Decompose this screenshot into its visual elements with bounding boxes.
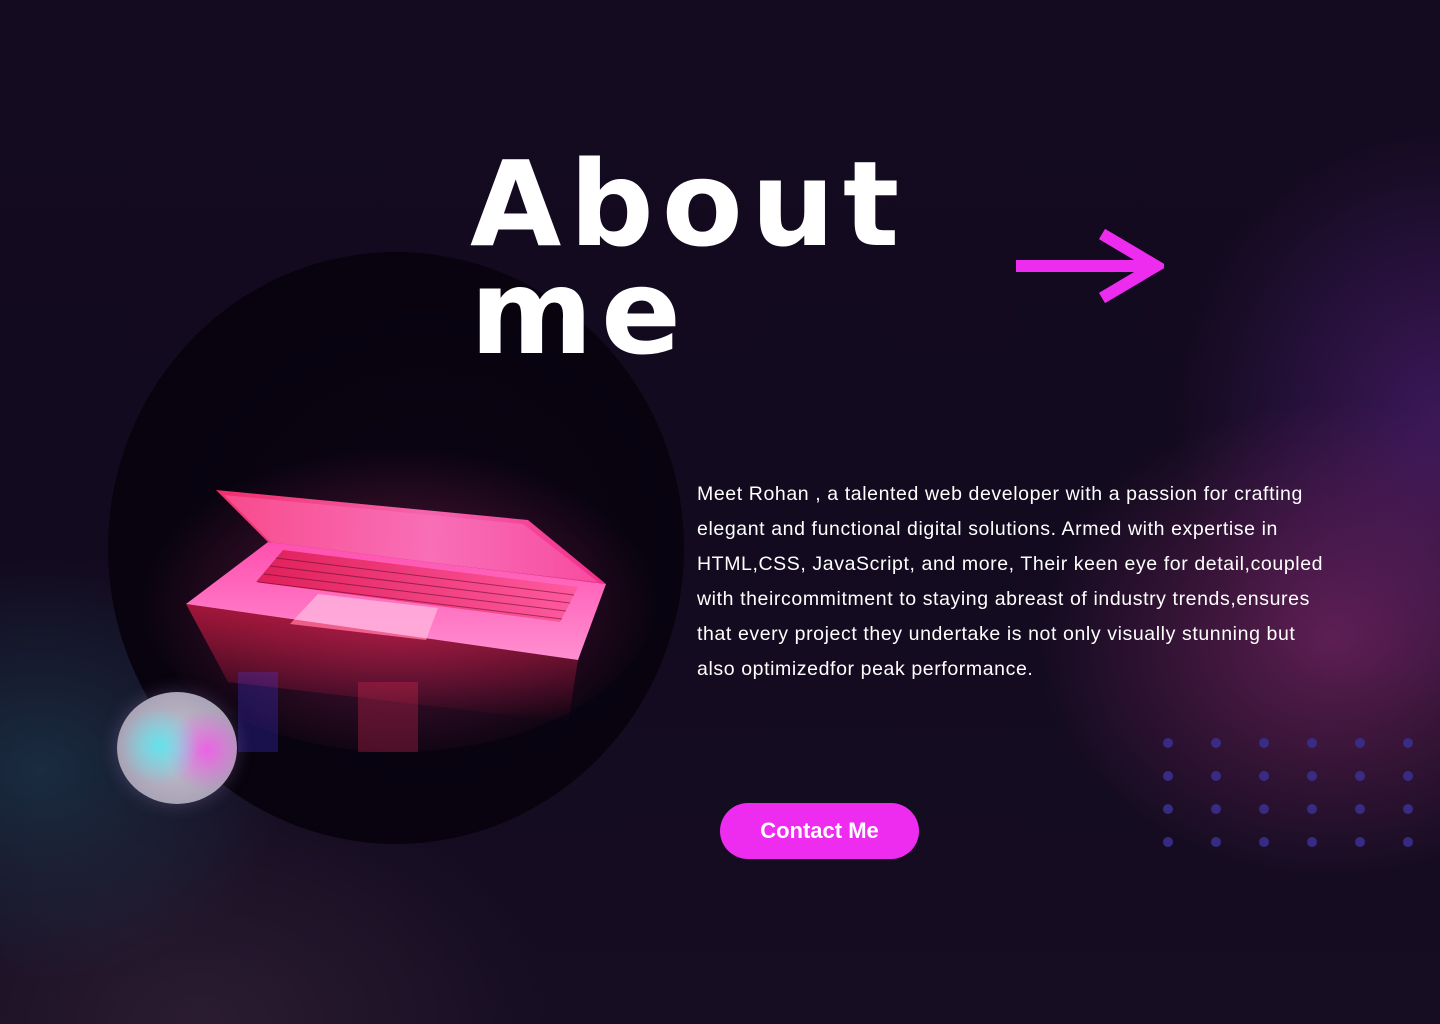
- contact-me-button[interactable]: Contact Me: [720, 803, 919, 859]
- dot: [1307, 804, 1317, 814]
- dot: [1403, 804, 1413, 814]
- dot: [1211, 771, 1221, 781]
- bio-text: Meet Rohan , a talented web developer wi…: [697, 483, 1324, 680]
- dot: [1211, 804, 1221, 814]
- dot: [1163, 771, 1173, 781]
- dot: [1355, 771, 1365, 781]
- dot-grid-decoration: [1163, 738, 1423, 854]
- dot: [1259, 804, 1269, 814]
- dot: [1211, 738, 1221, 748]
- dot: [1211, 837, 1221, 847]
- dot: [1259, 837, 1269, 847]
- title-line-2: me: [470, 243, 689, 381]
- dot: [1259, 738, 1269, 748]
- dot: [1163, 738, 1173, 748]
- dot: [1307, 837, 1317, 847]
- dot: [1307, 738, 1317, 748]
- dot: [1163, 837, 1173, 847]
- dot: [1403, 771, 1413, 781]
- title-line-1: About: [470, 135, 908, 273]
- dot: [1355, 804, 1365, 814]
- page-title: About me: [470, 135, 908, 381]
- dot: [1403, 738, 1413, 748]
- dot: [1355, 738, 1365, 748]
- gradient-orb: [117, 692, 237, 804]
- arrow-right-icon: [1016, 228, 1164, 304]
- dot: [1259, 771, 1269, 781]
- dot: [1163, 804, 1173, 814]
- dot: [1307, 771, 1317, 781]
- dot: [1403, 837, 1413, 847]
- dot: [1355, 837, 1365, 847]
